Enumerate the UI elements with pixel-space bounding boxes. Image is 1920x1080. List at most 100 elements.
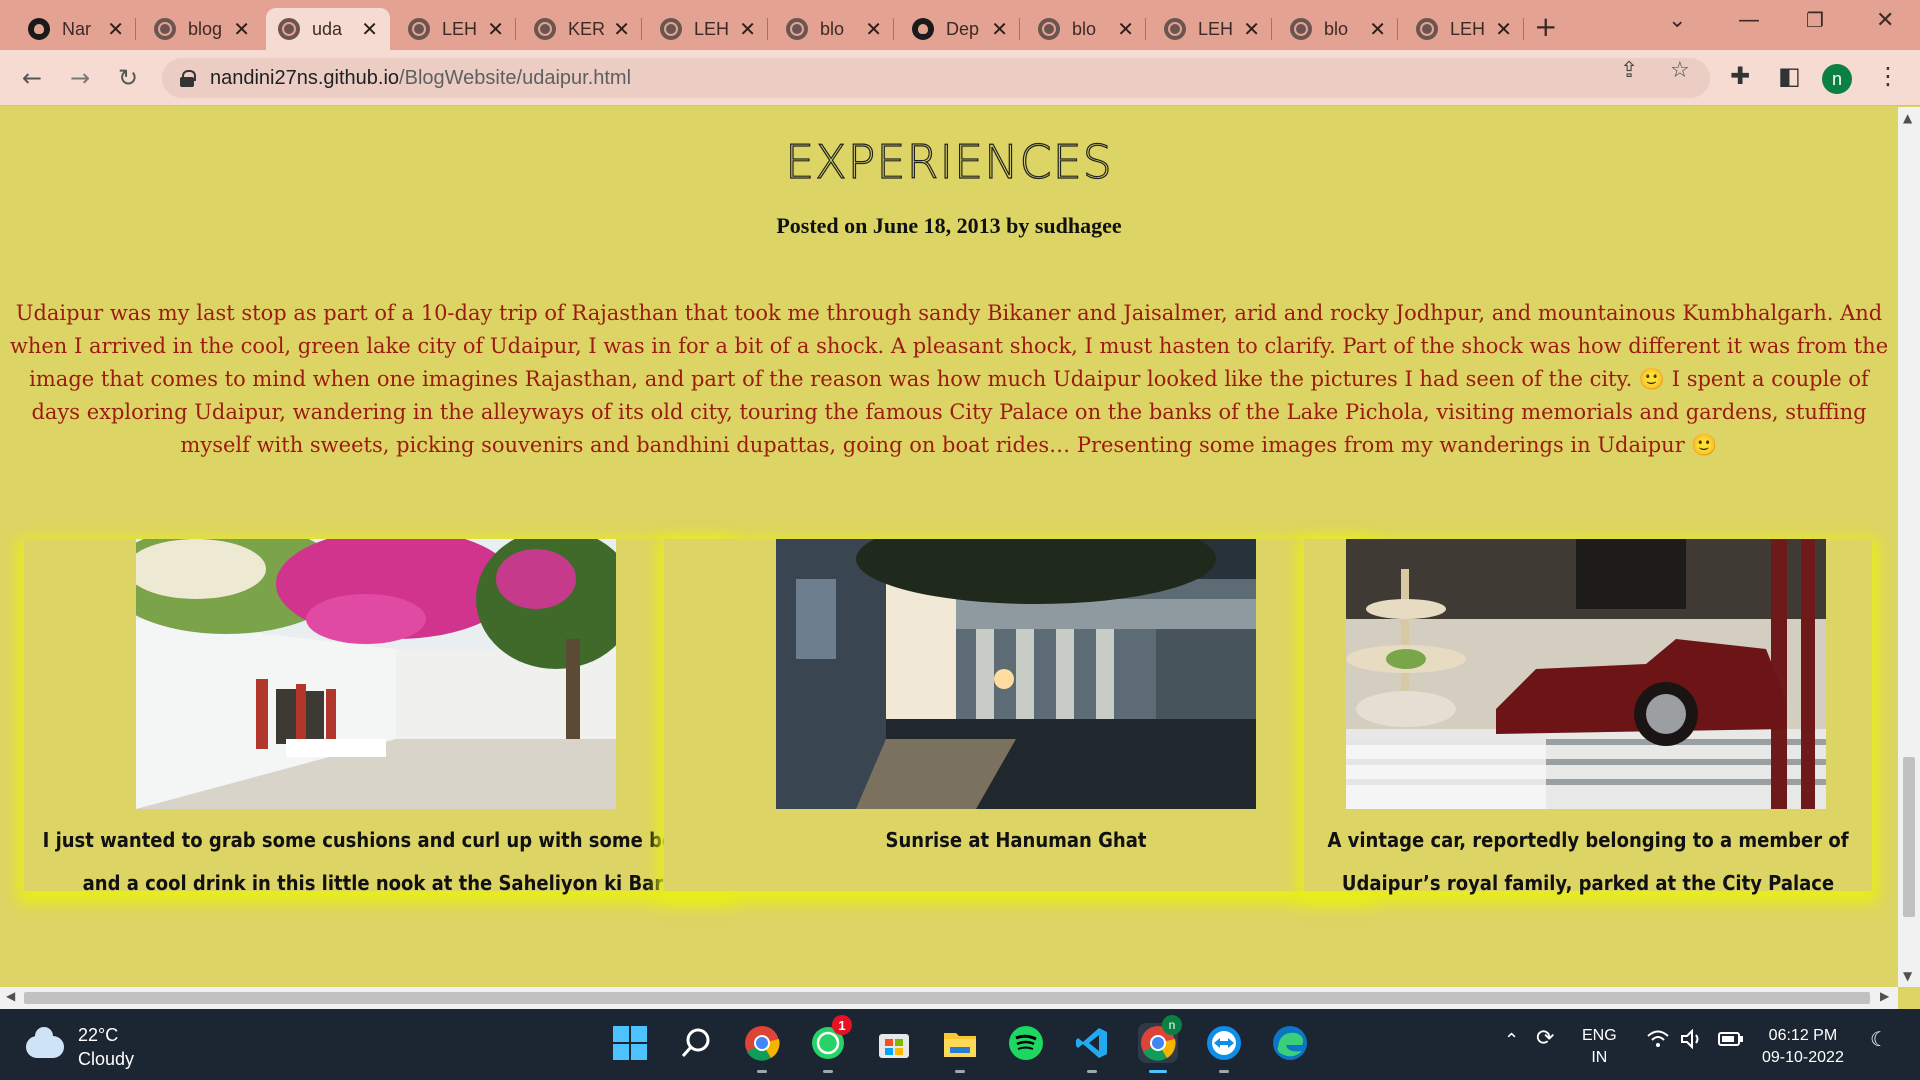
scroll-down-arrow-icon[interactable]: ▼: [1903, 969, 1912, 983]
photo-caption: A vintage car, reportedly belonging to a…: [1327, 828, 1849, 895]
tab-label: Dep: [946, 18, 980, 39]
bookmark-star-icon[interactable]: ☆: [1670, 58, 1690, 83]
microsoft-store-icon[interactable]: [874, 1023, 914, 1063]
forward-arrow-icon[interactable]: →: [64, 62, 96, 94]
close-icon[interactable]: ✕: [487, 17, 504, 42]
tab-7[interactable]: blo ✕: [774, 8, 894, 50]
weather-widget[interactable]: 22°C Cloudy: [26, 1023, 134, 1071]
close-icon[interactable]: ✕: [865, 17, 882, 42]
reload-icon[interactable]: ↻: [112, 62, 144, 94]
file-explorer-icon[interactable]: [940, 1023, 980, 1073]
notification-moon-icon[interactable]: ☾: [1870, 1029, 1888, 1051]
profile-badge: n: [1162, 1015, 1182, 1035]
url-host: nandini27ns.github.io: [210, 66, 400, 89]
tab-strip: Nar ✕ blog ✕ uda ✕ LEH ✕ KER ✕ LEH ✕ blo…: [0, 0, 1920, 50]
vintage-car-photo: [1346, 539, 1826, 809]
globe-icon: [278, 18, 300, 40]
tab-2[interactable]: blog ✕: [142, 8, 262, 50]
menu-kebab-icon[interactable]: ⋮: [1876, 62, 1900, 90]
whatsapp-icon[interactable]: 1: [808, 1015, 852, 1073]
tab-4[interactable]: LEH ✕: [396, 8, 516, 50]
battery-icon[interactable]: [1718, 1031, 1744, 1054]
url-path: /BlogWebsite/udaipur.html: [399, 66, 632, 89]
close-icon[interactable]: ✕: [991, 17, 1008, 42]
photo-card-hanuman-ghat: Sunrise at Hanuman Ghat: [664, 539, 1368, 891]
close-icon[interactable]: ✕: [1369, 17, 1386, 42]
horizontal-scroll-thumb[interactable]: [24, 992, 1870, 1004]
horizontal-scrollbar[interactable]: ◀ ▶: [0, 987, 1898, 1009]
volume-icon[interactable]: [1680, 1028, 1704, 1056]
chrome-icon[interactable]: [742, 1023, 782, 1073]
tab-10[interactable]: LEH ✕: [1152, 8, 1272, 50]
tab-11[interactable]: blo ✕: [1278, 8, 1398, 50]
share-icon[interactable]: ⇪: [1620, 58, 1638, 83]
wifi-icon[interactable]: [1646, 1029, 1670, 1054]
scroll-right-arrow-icon[interactable]: ▶: [1880, 989, 1889, 1003]
tab-12[interactable]: LEH ✕: [1404, 8, 1524, 50]
photo-caption: I just wanted to grab some cushions and …: [42, 828, 710, 895]
windows-taskbar: 22°C Cloudy 1 n ⌃ ⟳ ENG IN 06:12 PM 09-1…: [0, 1009, 1920, 1080]
close-icon[interactable]: ✕: [1243, 17, 1260, 42]
bougainvillea-photo: [136, 539, 616, 809]
restore-icon[interactable]: ❐: [1806, 8, 1824, 32]
date: 09-10-2022: [1762, 1049, 1844, 1066]
close-icon[interactable]: ✕: [233, 17, 250, 42]
start-windows-icon[interactable]: [610, 1023, 650, 1063]
notification-badge: 1: [832, 1015, 852, 1035]
spotify-icon[interactable]: [1006, 1023, 1046, 1063]
chrome-profile-icon[interactable]: n: [1138, 1015, 1182, 1073]
close-icon[interactable]: ✕: [613, 17, 630, 42]
tab-label: LEH: [1450, 18, 1486, 39]
close-icon[interactable]: ✕: [1495, 17, 1512, 42]
vscode-icon[interactable]: [1072, 1023, 1112, 1073]
weather-condition: Cloudy: [78, 1049, 135, 1069]
weather-temperature: 22°C: [78, 1025, 119, 1045]
tab-label: LEH: [694, 18, 730, 39]
window-close-icon[interactable]: ✕: [1876, 8, 1894, 33]
tab-8[interactable]: Dep ✕: [900, 8, 1020, 50]
sync-icon[interactable]: ⟳: [1536, 1027, 1554, 1049]
scroll-left-arrow-icon[interactable]: ◀: [6, 989, 15, 1003]
tab-label: blo: [820, 18, 845, 39]
globe-icon: [534, 18, 556, 40]
clock[interactable]: 06:12 PM 09-10-2022: [1762, 1025, 1844, 1069]
tab-9[interactable]: blo ✕: [1026, 8, 1146, 50]
github-icon: [912, 18, 934, 40]
back-arrow-icon[interactable]: ←: [16, 62, 48, 94]
photo-card-saheliyon: I just wanted to grab some cushions and …: [24, 539, 728, 895]
search-icon[interactable]: [676, 1023, 716, 1063]
scroll-up-arrow-icon[interactable]: ▲: [1903, 111, 1912, 125]
minimize-icon[interactable]: —: [1738, 8, 1760, 33]
address-bar[interactable]: nandini27ns.github.io/BlogWebsite/udaipu…: [162, 58, 1710, 98]
github-icon: [28, 18, 50, 40]
blog-page: EXPERIENCES Posted on June 18, 2013 by s…: [0, 107, 1898, 987]
tab-6[interactable]: LEH ✕: [648, 8, 768, 50]
edge-icon[interactable]: [1270, 1023, 1310, 1063]
vertical-scrollbar[interactable]: ▲ ▼: [1898, 107, 1920, 987]
side-panel-icon[interactable]: ◧: [1778, 62, 1801, 90]
new-tab-plus-icon[interactable]: +: [1534, 10, 1557, 43]
close-icon[interactable]: ✕: [1117, 17, 1134, 42]
close-icon[interactable]: ✕: [739, 17, 756, 42]
profile-avatar[interactable]: n: [1822, 64, 1852, 94]
tab-5[interactable]: KER ✕: [522, 8, 642, 50]
close-icon[interactable]: ✕: [107, 17, 124, 42]
lang-code: ENG: [1582, 1027, 1617, 1044]
post-intro: Udaipur was my last stop as part of a 10…: [9, 301, 1889, 457]
tab-label: KER: [568, 18, 606, 39]
tab-label: blog: [188, 18, 223, 39]
time: 06:12 PM: [1768, 1027, 1838, 1044]
page-title: EXPERIENCES: [785, 134, 1113, 189]
teamviewer-icon[interactable]: [1204, 1023, 1244, 1073]
lock-icon[interactable]: [180, 70, 196, 87]
close-icon[interactable]: ✕: [361, 17, 378, 42]
vertical-scroll-thumb[interactable]: [1903, 757, 1915, 917]
globe-icon: [1164, 18, 1186, 40]
globe-icon: [1290, 18, 1312, 40]
language-indicator[interactable]: ENG IN: [1582, 1025, 1617, 1069]
extensions-puzzle-icon[interactable]: ✚: [1730, 62, 1750, 90]
tab-search-chevron-icon[interactable]: ⌄: [1668, 8, 1686, 33]
show-hidden-chevron-icon[interactable]: ⌃: [1504, 1029, 1519, 1051]
tab-1[interactable]: Nar ✕: [16, 8, 136, 50]
tab-3-active[interactable]: uda ✕: [266, 8, 390, 50]
